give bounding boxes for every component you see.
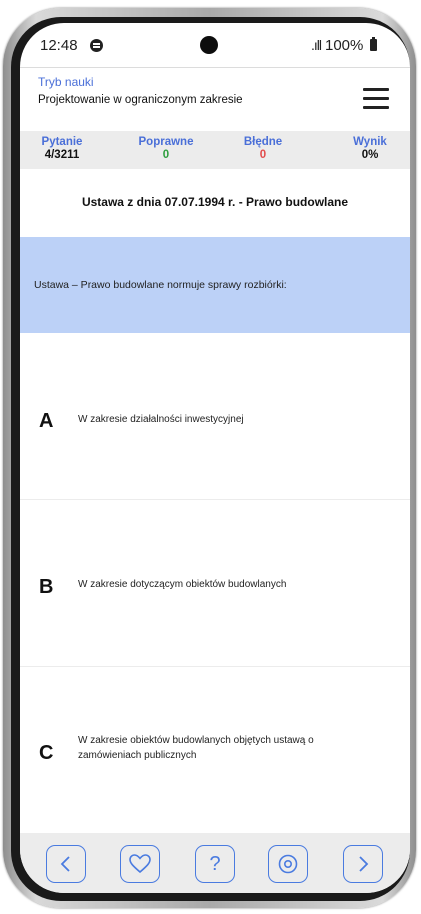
prev-question-button[interactable] bbox=[46, 845, 86, 883]
question-mark-icon: ? bbox=[209, 852, 221, 875]
eye-icon bbox=[278, 854, 298, 874]
favorite-button[interactable] bbox=[120, 845, 160, 883]
chevron-left-icon bbox=[60, 856, 70, 872]
stat-value: 0% bbox=[361, 149, 379, 161]
bottom-nav: ? bbox=[20, 833, 410, 893]
next-question-button[interactable] bbox=[343, 845, 383, 883]
stat-value: 4/3211 bbox=[44, 149, 80, 161]
stat-value: 0 bbox=[259, 149, 267, 161]
question-text: Ustawa – Prawo budowlane normuje sprawy … bbox=[34, 279, 287, 291]
answer-letter: C bbox=[39, 742, 54, 764]
mode-label: Tryb nauki bbox=[38, 75, 94, 89]
answer-option-a[interactable]: A W zakresie działalności inwestycyjnej bbox=[20, 333, 410, 500]
chevron-right-icon bbox=[359, 856, 369, 872]
spotify-icon bbox=[90, 39, 103, 52]
question-box: Ustawa – Prawo budowlane normuje sprawy … bbox=[20, 237, 410, 333]
course-title: Projektowanie w ograniczonym zakresie bbox=[38, 94, 243, 106]
front-camera bbox=[200, 36, 218, 54]
hamburger-menu-icon[interactable] bbox=[363, 87, 389, 109]
answer-text: W zakresie obiektów budowlanych objętych… bbox=[78, 735, 314, 761]
heart-icon bbox=[129, 854, 151, 874]
answer-option-c[interactable]: C W zakresie obiektów budowlanych objęty… bbox=[20, 667, 410, 833]
stat-label: Poprawne bbox=[138, 136, 194, 148]
stat-score: Wynik 0% bbox=[350, 136, 390, 161]
status-time: 12:48 bbox=[40, 37, 78, 54]
answer-text: W zakresie działalności inwestycyjnej bbox=[78, 414, 244, 425]
status-bar: 12:48 .ıll 100% bbox=[20, 23, 410, 67]
stat-label: Błędne bbox=[243, 136, 283, 148]
answer-letter: A bbox=[39, 410, 54, 432]
stat-wrong: Błędne 0 bbox=[235, 136, 291, 161]
battery-percent: 100% bbox=[325, 37, 364, 54]
stats-bar: Pytanie 4/3211 Poprawne 0 Błędne 0 Wynik… bbox=[20, 131, 410, 169]
stat-label: Pytanie bbox=[41, 136, 83, 148]
answer-letter: B bbox=[39, 576, 54, 598]
battery-icon bbox=[370, 37, 377, 51]
signal-icon: .ıll bbox=[311, 37, 322, 53]
answer-option-b[interactable]: B W zakresie dotyczącym obiektów budowla… bbox=[20, 500, 410, 667]
law-title: Ustawa z dnia 07.07.1994 r. - Prawo budo… bbox=[81, 195, 349, 209]
answer-text: W zakresie dotyczącym obiektów budowlany… bbox=[78, 579, 287, 590]
stat-label: Wynik bbox=[353, 136, 387, 148]
app-header: Tryb nauki Projektowanie w ograniczonym … bbox=[20, 67, 410, 132]
stat-correct: Poprawne 0 bbox=[134, 136, 198, 161]
preview-answer-button[interactable] bbox=[268, 845, 308, 883]
help-button[interactable]: ? bbox=[195, 845, 235, 883]
app-screen: 12:48 .ıll 100% Tryb nauki Projektowanie… bbox=[20, 23, 410, 893]
stat-question: Pytanie 4/3211 bbox=[40, 136, 84, 161]
stat-value: 0 bbox=[162, 149, 170, 161]
